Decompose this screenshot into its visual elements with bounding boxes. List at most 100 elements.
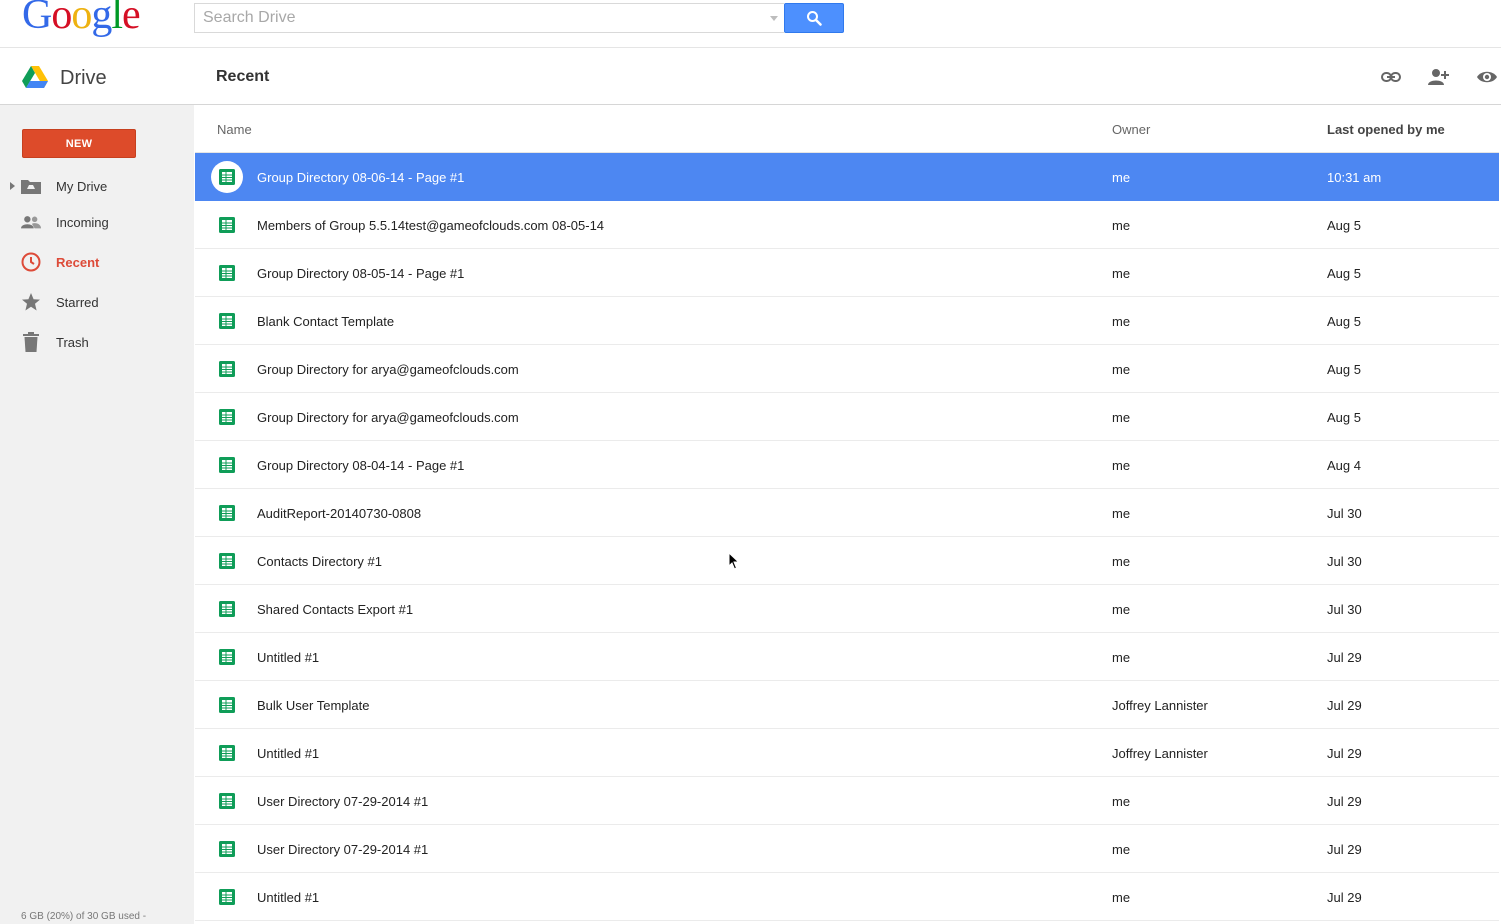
column-header-last-opened[interactable]: Last opened by me (1327, 122, 1445, 137)
google-logo[interactable]: Google (22, 0, 141, 38)
sidebar-item-incoming[interactable]: Incoming (0, 206, 194, 238)
file-name[interactable]: Contacts Directory #1 (257, 554, 382, 569)
file-owner: me (1112, 506, 1131, 521)
sidebar-item-recent[interactable]: Recent (0, 246, 194, 278)
top-bar: Google (0, 0, 1501, 48)
file-name[interactable]: User Directory 07-29-2014 #1 (257, 842, 428, 857)
spreadsheet-icon (219, 505, 235, 521)
file-last-opened: Aug 5 (1327, 266, 1361, 281)
file-row[interactable]: Group Directory for arya@gameofclouds.co… (195, 345, 1499, 393)
file-name[interactable]: User Directory 07-29-2014 #1 (257, 794, 428, 809)
spreadsheet-icon (219, 841, 235, 857)
spreadsheet-icon (219, 889, 235, 905)
file-owner: me (1112, 410, 1131, 425)
sidebar-item-label: Recent (56, 254, 100, 270)
spreadsheet-icon (219, 601, 235, 617)
file-row[interactable]: Untitled #1 Joffrey Lannister Jul 29 (195, 729, 1499, 777)
spreadsheet-icon (219, 361, 235, 377)
share-button[interactable] (1427, 65, 1451, 89)
file-row[interactable]: Group Directory 08-05-14 - Page #1 me Aug … (195, 249, 1499, 297)
clock-icon (21, 252, 41, 272)
file-owner: Joffrey Lannister (1112, 746, 1208, 761)
page-title: Recent (216, 68, 270, 85)
search-box (194, 3, 784, 33)
mouse-cursor-icon (728, 552, 740, 570)
sidebar-item-label: My Drive (56, 178, 108, 194)
logo-letter: o (71, 0, 92, 38)
column-header-owner[interactable]: Owner (1112, 122, 1150, 137)
file-name[interactable]: Untitled #1 (257, 746, 319, 761)
file-name[interactable]: Group Directory 08-04-14 - Page #1 (257, 458, 464, 473)
search-button[interactable] (784, 3, 844, 33)
list-header: Name Owner Last opened by me (195, 105, 1499, 153)
file-last-opened: Jul 29 (1327, 650, 1362, 665)
logo-letter: o (51, 0, 72, 38)
file-owner: me (1112, 218, 1131, 233)
file-name[interactable]: AuditReport-20140730-0808 (257, 506, 421, 521)
file-row[interactable]: Group Directory for arya@gameofclouds.co… (195, 393, 1499, 441)
file-name[interactable]: Group Directory for arya@gameofclouds.co… (257, 410, 519, 425)
incoming-people-icon (21, 212, 41, 232)
star-icon (21, 292, 41, 312)
file-row[interactable]: Blank Contact Template me Aug 5 (195, 297, 1499, 345)
file-last-opened: Jul 30 (1327, 602, 1362, 617)
file-name[interactable]: Group Directory for arya@gameofclouds.co… (257, 362, 519, 377)
file-last-opened: Aug 4 (1327, 458, 1361, 473)
file-owner: me (1112, 458, 1131, 473)
logo-letter: g (91, 0, 112, 38)
file-row[interactable]: Untitled #1 me Jul 29 (195, 873, 1499, 921)
file-last-opened: Aug 5 (1327, 362, 1361, 377)
file-last-opened: Jul 29 (1327, 890, 1362, 905)
sidebar-item-label: Incoming (56, 214, 109, 230)
file-row[interactable]: Contacts Directory #1 me Jul 30 (195, 537, 1499, 585)
sidebar-item-label: Starred (56, 294, 99, 310)
file-name[interactable]: Bulk User Template (257, 698, 369, 713)
spreadsheet-icon (219, 265, 235, 281)
share-person-icon (1428, 69, 1449, 85)
search-options-dropdown-icon[interactable] (770, 16, 778, 21)
preview-button[interactable] (1475, 65, 1499, 89)
get-link-button[interactable] (1379, 65, 1403, 89)
search-input[interactable] (195, 4, 755, 32)
sidebar-item-my-drive[interactable]: My Drive (0, 170, 194, 202)
spreadsheet-icon (219, 409, 235, 425)
file-name[interactable]: Members of Group 5.5.14test@gameofclouds… (257, 218, 604, 233)
my-drive-icon (21, 176, 41, 196)
file-row[interactable]: Group Directory 08-06-14 - Page #1 me 10:3… (195, 153, 1499, 201)
file-name[interactable]: Group Directory 08-06-14 - Page #1 (257, 170, 464, 185)
sidebar-item-trash[interactable]: Trash (0, 326, 194, 358)
new-button[interactable]: NEW (22, 129, 136, 158)
file-row[interactable]: Bulk User Template Joffrey Lannister Jul 2… (195, 681, 1499, 729)
app-name[interactable]: Drive (60, 67, 107, 90)
file-name[interactable]: Group Directory 08-05-14 - Page #1 (257, 266, 464, 281)
file-last-opened: Jul 29 (1327, 698, 1362, 713)
file-row[interactable]: Shared Contacts Export #1 me Jul 30 (195, 585, 1499, 633)
file-row[interactable]: AuditReport-20140730-0808 me Jul 30 (195, 489, 1499, 537)
column-header-name[interactable]: Name (217, 122, 252, 137)
file-row[interactable]: Members of Group 5.5.14test@gameofclouds… (195, 201, 1499, 249)
file-name[interactable]: Shared Contacts Export #1 (257, 602, 413, 617)
sidebar-item-label: Trash (56, 334, 89, 350)
drive-logo-icon[interactable] (22, 66, 48, 88)
file-row[interactable]: Untitled #1 me Jul 29 (195, 633, 1499, 681)
spreadsheet-icon (219, 313, 235, 329)
file-name[interactable]: Blank Contact Template (257, 314, 394, 329)
file-row[interactable]: User Directory 07-29-2014 #1 me Jul 29 (195, 825, 1499, 873)
spreadsheet-icon (219, 649, 235, 665)
logo-letter: G (22, 0, 52, 38)
file-owner: me (1112, 266, 1131, 281)
file-name[interactable]: Untitled #1 (257, 650, 319, 665)
spreadsheet-icon (219, 553, 235, 569)
file-owner: me (1112, 842, 1131, 857)
file-last-opened: Aug 5 (1327, 218, 1361, 233)
file-owner: me (1112, 362, 1131, 377)
file-name[interactable]: Untitled #1 (257, 890, 319, 905)
file-owner: me (1112, 170, 1131, 185)
expand-arrow-icon[interactable] (10, 182, 15, 190)
sidebar-item-starred[interactable]: Starred (0, 286, 194, 318)
file-row[interactable]: User Directory 07-29-2014 #1 me Jul 29 (195, 777, 1499, 825)
file-row[interactable]: Group Directory 08-04-14 - Page #1 me Aug … (195, 441, 1499, 489)
file-owner: me (1112, 794, 1131, 809)
storage-quota[interactable]: 6 GB (20%) of 30 GB used - (21, 911, 146, 922)
spreadsheet-icon (219, 697, 235, 713)
